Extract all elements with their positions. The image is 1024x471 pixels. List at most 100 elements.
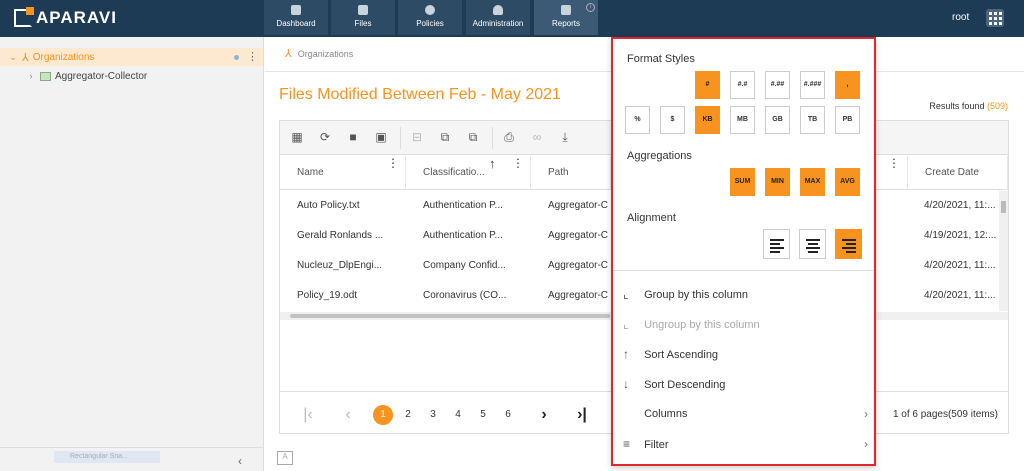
format-pb-button[interactable]: PB <box>835 106 860 134</box>
format-tb-button[interactable]: TB <box>800 106 825 134</box>
column-menu-icon[interactable]: ⋮ <box>512 156 524 170</box>
nav-administration[interactable]: Administration <box>466 0 530 35</box>
align-left-button[interactable] <box>763 229 790 259</box>
cell-classification: Coronavirus (CO... <box>423 290 507 301</box>
apps-grid-icon[interactable] <box>986 9 1004 27</box>
tree-item-organizations[interactable]: ⌄ ⅄ Organizations ⋮ <box>0 48 263 66</box>
chevron-right-icon: › <box>864 407 868 421</box>
clipboard-icon <box>561 5 571 15</box>
aggregate-avg-button[interactable]: AVG <box>835 168 860 196</box>
page-4[interactable]: 4 <box>448 405 468 425</box>
vertical-scrollbar[interactable] <box>999 191 1008 311</box>
menu-group-by-column[interactable]: ⌞ Group by this column <box>623 284 868 304</box>
column-menu-icon[interactable]: ⋮ <box>888 156 900 170</box>
cell-name: Nucleuz_DlpEngi... <box>297 260 383 271</box>
format-gb-button[interactable]: GB <box>765 106 790 134</box>
breadcrumb-organizations[interactable]: Organizations <box>298 49 354 59</box>
aparavi-logo[interactable]: APARAVI <box>14 7 117 28</box>
filter-icon: ≡ <box>623 437 631 451</box>
cell-create-date: 4/20/2021, 11:... <box>924 260 996 271</box>
column-label: Path <box>548 167 569 178</box>
save-as-icon[interactable]: ▣ <box>374 130 388 144</box>
format-percent-button[interactable]: % <box>625 106 650 134</box>
menu-sort-ascending[interactable]: ↑ Sort Ascending <box>623 344 868 364</box>
group-icon: ⌞ <box>623 287 629 301</box>
align-center-button[interactable] <box>799 229 826 259</box>
duplicate-icon[interactable]: ⧉ <box>466 130 480 144</box>
sort-ascending-icon[interactable]: ↑ <box>489 156 496 171</box>
prev-page-icon[interactable]: ‹ <box>338 405 358 425</box>
menu-item-label: Filter <box>644 439 669 451</box>
cell-path: Aggregator-C <box>548 230 609 241</box>
page-6[interactable]: 6 <box>498 405 518 425</box>
link-icon[interactable]: ∞ <box>530 130 544 144</box>
status-dot <box>234 54 239 60</box>
format-integer-button[interactable]: # <box>695 71 720 99</box>
nav-files[interactable]: Files <box>331 0 395 35</box>
page-2[interactable]: 2 <box>398 405 418 425</box>
organization-icon: ⅄ <box>22 51 29 64</box>
aggregate-max-button[interactable]: MAX <box>800 168 825 196</box>
align-right-button[interactable] <box>835 229 862 259</box>
format-1-decimal-button[interactable]: #.# <box>730 71 755 99</box>
menu-item-label: Sort Ascending <box>644 349 719 361</box>
username[interactable]: root <box>952 12 969 23</box>
menu-sort-descending[interactable]: ↓ Sort Descending <box>623 374 868 394</box>
cell-path: Aggregator-C <box>548 290 609 301</box>
sidebar-footer: Rectangular Sna... ‹ <box>0 447 263 471</box>
aggregate-min-button[interactable]: MIN <box>765 168 790 196</box>
format-mb-button[interactable]: MB <box>730 106 755 134</box>
menu-filter[interactable]: ≡ Filter › <box>623 434 868 454</box>
column-header-path[interactable]: Path <box>531 156 611 190</box>
toolbar-divider <box>492 127 493 149</box>
cell-classification: Company Confid... <box>423 260 506 271</box>
column-label: Name <box>297 167 324 178</box>
toolbar-divider <box>400 127 401 149</box>
logo-mark-icon <box>14 7 34 27</box>
page-5[interactable]: 5 <box>473 405 493 425</box>
tree-item-aggregator-collector[interactable]: › Aggregator-Collector <box>0 67 263 85</box>
nav-files-label: Files <box>354 19 372 28</box>
cell-name: Gerald Ronlands ... <box>297 230 384 241</box>
cell-name: Auto Policy.txt <box>297 200 360 211</box>
last-page-icon[interactable]: ›| <box>572 405 592 425</box>
more-options-icon[interactable]: ⋮ <box>247 51 258 63</box>
aggregate-sum-button[interactable]: SUM <box>730 168 755 196</box>
nav-dashboard[interactable]: Dashboard <box>264 0 328 35</box>
info-icon[interactable]: i <box>586 3 595 12</box>
menu-columns[interactable]: Columns › <box>623 404 868 424</box>
format-currency-button[interactable]: $ <box>660 106 685 134</box>
organization-icon: ⅄ <box>285 48 292 60</box>
page-1[interactable]: 1 <box>373 405 393 425</box>
logo-text: APARAVI <box>36 8 117 27</box>
first-page-icon[interactable]: |‹ <box>298 405 318 425</box>
format-kb-button[interactable]: KB <box>695 106 720 134</box>
layout-icon[interactable]: ⊟ <box>410 130 424 144</box>
collapse-sidebar-icon[interactable]: ‹ <box>238 454 242 468</box>
nav-dashboard-label: Dashboard <box>276 19 316 28</box>
ghost-tooltip: Rectangular Sna... <box>54 451 160 463</box>
format-2-decimal-button[interactable]: #.## <box>765 71 790 99</box>
cell-classification: Authentication P... <box>423 230 503 241</box>
download-icon[interactable]: ⤓ <box>558 130 572 144</box>
cell-classification: Authentication P... <box>423 200 503 211</box>
menu-ungroup-by-column[interactable]: ⌞ Ungroup by this column <box>623 314 868 334</box>
refresh-icon[interactable]: ⟳ <box>318 130 332 144</box>
tree-item-label: Organizations <box>32 51 95 63</box>
print-icon[interactable]: ⎙ <box>502 130 516 144</box>
table-icon[interactable]: ▦ <box>290 130 304 144</box>
aggregations-title: Aggregations <box>627 150 692 162</box>
format-3-decimal-button[interactable]: #.### <box>800 71 825 99</box>
chevron-right-icon[interactable]: › <box>26 71 36 81</box>
copy-icon[interactable]: ⧉ <box>438 130 452 144</box>
nav-policies[interactable]: Policies <box>398 0 462 35</box>
cell-create-date: 4/20/2021, 11:... <box>924 200 996 211</box>
page-3[interactable]: 3 <box>423 405 443 425</box>
next-page-icon[interactable]: › <box>534 405 554 425</box>
column-header-create-date[interactable]: Create Date <box>907 156 1008 190</box>
chevron-down-icon[interactable]: ⌄ <box>8 52 18 63</box>
menu-item-label: Group by this column <box>644 289 748 301</box>
column-menu-icon[interactable]: ⋮ <box>387 156 399 170</box>
save-icon[interactable]: ■ <box>346 130 360 144</box>
format-thousands-separator-button[interactable]: , <box>835 71 860 99</box>
